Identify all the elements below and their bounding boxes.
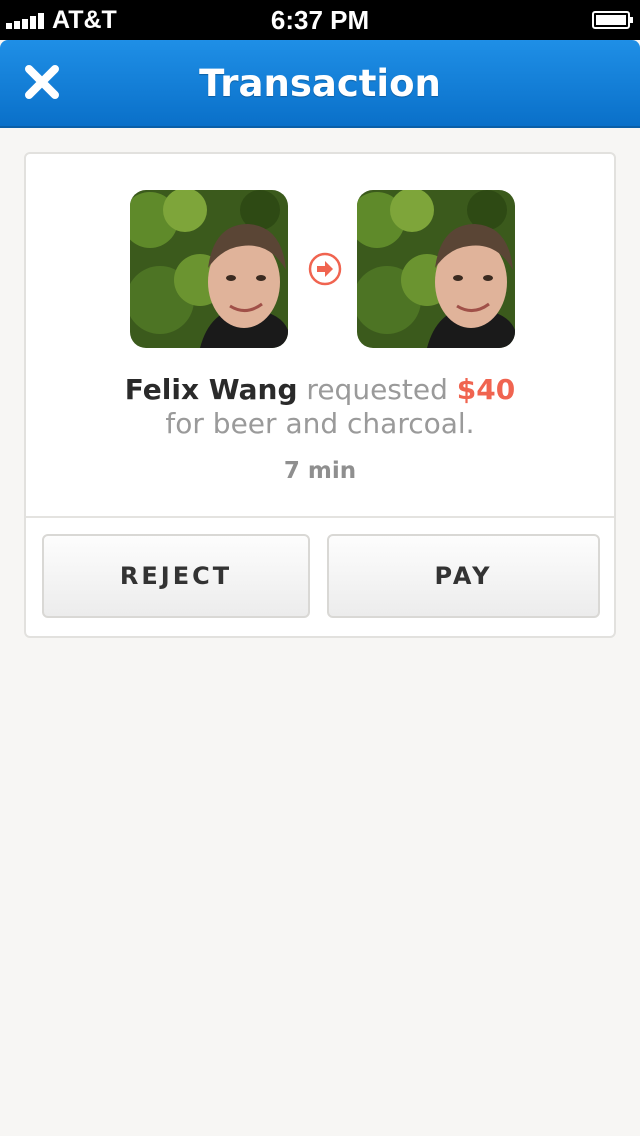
page-title: Transaction bbox=[199, 62, 441, 105]
nav-bar: Transaction bbox=[0, 40, 640, 128]
request-timestamp: 7 min bbox=[283, 458, 357, 484]
pay-button[interactable]: PAY bbox=[327, 534, 600, 618]
sender-avatar[interactable] bbox=[130, 190, 288, 348]
reject-button[interactable]: REJECT bbox=[42, 534, 310, 618]
status-clock: 6:37 PM bbox=[270, 5, 370, 35]
status-bar: AT&T 6:37 PM bbox=[0, 0, 640, 40]
recipient-avatar[interactable] bbox=[357, 190, 515, 348]
request-note: for beer and charcoal. bbox=[165, 407, 475, 440]
request-summary: Felix Wang requested $40 bbox=[26, 372, 614, 408]
requester-name[interactable]: Felix Wang bbox=[125, 373, 298, 406]
transaction-card: Felix Wang requested $40 for beer and ch… bbox=[24, 152, 616, 638]
battery-icon bbox=[592, 11, 633, 29]
circle-arrow-right-icon bbox=[308, 252, 342, 286]
card-divider bbox=[26, 516, 614, 518]
request-amount: $40 bbox=[456, 373, 516, 406]
sender-photo bbox=[130, 190, 288, 348]
request-verb: requested bbox=[306, 373, 448, 406]
recipient-photo bbox=[357, 190, 515, 348]
